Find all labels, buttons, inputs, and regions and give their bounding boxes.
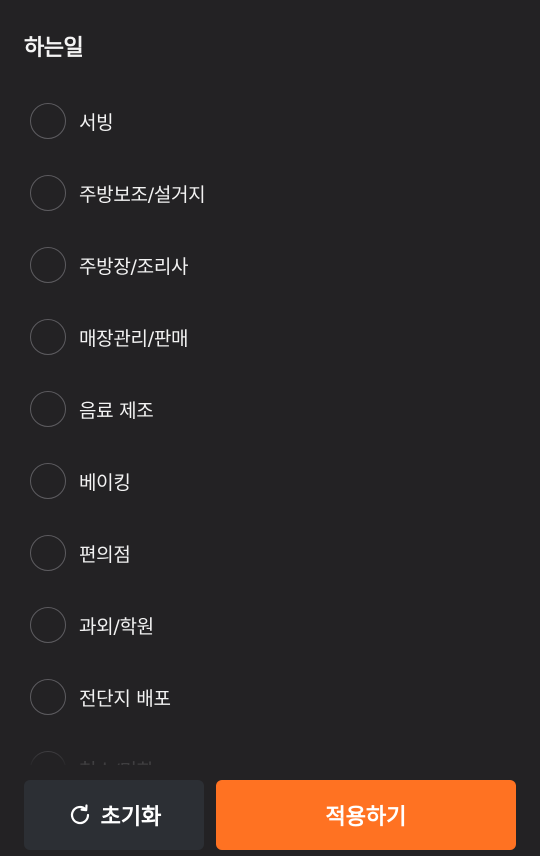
- radio-button[interactable]: [30, 247, 66, 283]
- option-item[interactable]: 청소/미화: [0, 733, 540, 765]
- option-label: 음료 제조: [79, 399, 154, 422]
- option-item[interactable]: 편의점: [0, 517, 540, 589]
- radio-button[interactable]: [30, 751, 66, 765]
- option-item[interactable]: 매장관리/판매: [0, 301, 540, 373]
- apply-button[interactable]: 적용하기: [216, 780, 516, 850]
- section-title: 하는일: [24, 36, 84, 61]
- option-item[interactable]: 서빙: [0, 85, 540, 157]
- filter-sheet: 하는일 서빙 주방보조/설거지 주방장/조리사 매장관리/판매 음료 제조 베이…: [0, 0, 540, 856]
- option-label: 서빙: [79, 111, 114, 134]
- job-type-list[interactable]: 서빙 주방보조/설거지 주방장/조리사 매장관리/판매 음료 제조 베이킹 편의…: [0, 85, 540, 765]
- option-item[interactable]: 전단지 배포: [0, 661, 540, 733]
- option-label: 전단지 배포: [79, 687, 171, 710]
- reset-button[interactable]: 초기화: [24, 780, 204, 850]
- radio-button[interactable]: [30, 679, 66, 715]
- option-label: 주방보조/설거지: [79, 183, 206, 206]
- refresh-icon: [67, 802, 93, 828]
- option-item[interactable]: 주방장/조리사: [0, 229, 540, 301]
- radio-button[interactable]: [30, 535, 66, 571]
- radio-button[interactable]: [30, 103, 66, 139]
- reset-label: 초기화: [100, 805, 162, 830]
- radio-button[interactable]: [30, 607, 66, 643]
- option-item[interactable]: 주방보조/설거지: [0, 157, 540, 229]
- option-label: 과외/학원: [79, 615, 154, 638]
- radio-button[interactable]: [30, 175, 66, 211]
- option-label: 주방장/조리사: [79, 255, 189, 278]
- footer-bar: 초기화 적용하기: [0, 780, 540, 856]
- radio-button[interactable]: [30, 319, 66, 355]
- radio-button[interactable]: [30, 391, 66, 427]
- option-label: 편의점: [79, 543, 131, 566]
- option-label: 베이킹: [79, 471, 131, 494]
- option-item[interactable]: 베이킹: [0, 445, 540, 517]
- option-label: 매장관리/판매: [79, 327, 189, 350]
- option-item[interactable]: 음료 제조: [0, 373, 540, 445]
- radio-button[interactable]: [30, 463, 66, 499]
- option-item[interactable]: 과외/학원: [0, 589, 540, 661]
- option-label: 청소/미화: [79, 756, 154, 766]
